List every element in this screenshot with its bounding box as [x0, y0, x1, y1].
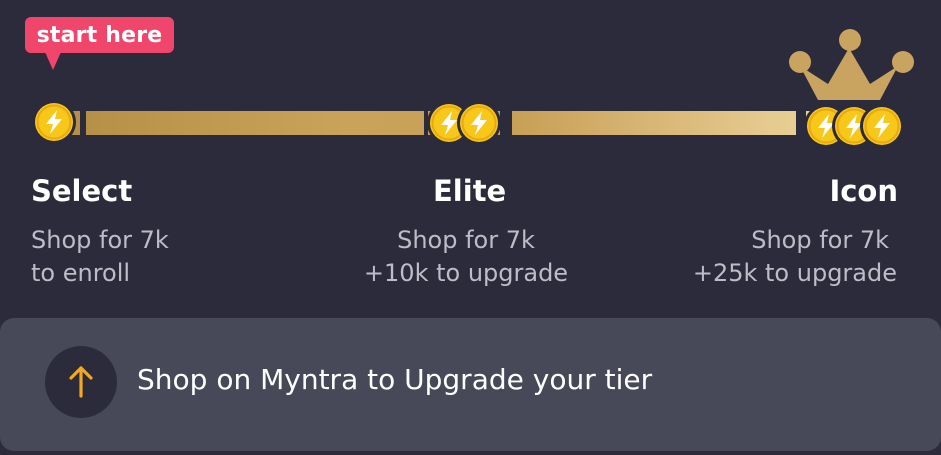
upgrade-tier-button[interactable]: Shop on Myntra to Upgrade your tier: [0, 318, 941, 451]
crown-icon: [789, 29, 914, 100]
tier-name-select: Select: [31, 174, 133, 208]
tier-desc-line: +25k to upgrade: [692, 259, 897, 287]
tier-name-elite: Elite: [433, 174, 507, 208]
tier-desc-line: to enroll: [31, 259, 131, 287]
bottom-edge: [0, 451, 941, 455]
arrow-up-icon: [45, 346, 117, 418]
tier-desc-line: Shop for 7k: [397, 226, 535, 254]
tier-desc-line: +10k to upgrade: [363, 259, 569, 287]
tier-desc-icon: Shop for 7k +25k to upgrade: [693, 224, 897, 290]
tier-desc-select: Shop for 7k to enroll: [31, 224, 169, 290]
icon-coins-icon: [803, 103, 905, 149]
elite-coins-icon: [426, 100, 502, 146]
tier-name-icon: Icon: [829, 174, 898, 208]
tier-desc-line: Shop for 7k: [751, 226, 889, 254]
tier-desc-elite: Shop for 7k +10k to upgrade: [340, 224, 592, 290]
upgrade-tier-label: Shop on Myntra to Upgrade your tier: [137, 363, 653, 396]
tier-desc-line: Shop for 7k: [31, 226, 169, 254]
tier-progress-panel: start here Select Shop for 7k to enroll …: [0, 0, 941, 316]
select-coin-icon: [31, 99, 77, 145]
tier-coins: [31, 29, 914, 149]
